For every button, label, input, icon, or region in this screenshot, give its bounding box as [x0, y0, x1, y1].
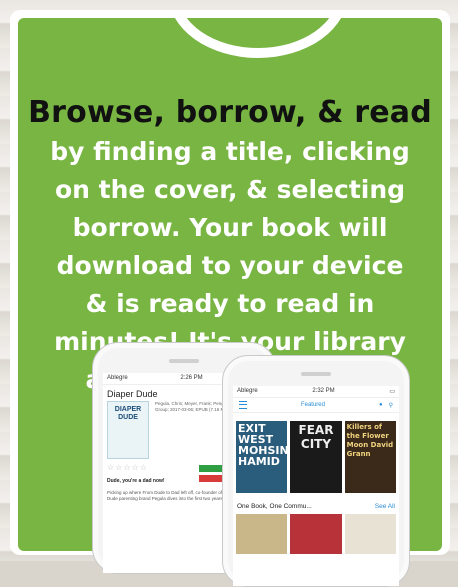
search-icon[interactable]: ⚲: [389, 402, 393, 409]
section-covers: [233, 512, 399, 556]
user-icon[interactable]: ●: [379, 402, 383, 409]
speaker: [169, 359, 199, 363]
headline: Browse, borrow, & read: [28, 95, 432, 130]
book-cover[interactable]: [290, 514, 342, 554]
menu-icon[interactable]: [239, 401, 247, 409]
cover-killers-flower-moon[interactable]: Killers of the Flower Moon David Grann: [344, 421, 396, 493]
book-cover[interactable]: [236, 514, 288, 554]
featured-covers: EXIT WEST MOHSIN HAMID FEAR CITY Killers…: [233, 413, 399, 497]
step-badge: [168, 18, 348, 58]
battery-icon: ▭: [389, 389, 395, 395]
cover-exit-west[interactable]: EXIT WEST MOHSIN HAMID: [236, 421, 288, 493]
cover-title: DIAPER DUDE: [114, 406, 142, 421]
phone-screen: Ablegre 2:32 PM ▭ Featured ● ⚲ EXIT WEST…: [233, 386, 399, 586]
see-all-link[interactable]: See All: [375, 503, 395, 510]
book-cover[interactable]: [344, 514, 396, 554]
section-header: One Book, One Commu... See All: [233, 497, 399, 512]
carrier: Ablegre: [107, 375, 128, 381]
nav-title: Featured: [300, 402, 325, 408]
carrier: Ablegre: [237, 388, 258, 394]
cover-fear-city[interactable]: FEAR CITY: [290, 421, 342, 493]
status-bar: Ablegre 2:32 PM ▭: [233, 386, 399, 398]
book-cover[interactable]: DIAPER DUDE: [107, 401, 149, 459]
phone-featured: Ablegre 2:32 PM ▭ Featured ● ⚲ EXIT WEST…: [222, 355, 410, 587]
speaker: [301, 372, 331, 376]
section-title: One Book, One Commu...: [237, 503, 312, 510]
app-header: Featured ● ⚲: [233, 398, 399, 413]
status-time: 2:26 PM: [180, 375, 203, 381]
status-time: 2:32 PM: [312, 388, 335, 394]
